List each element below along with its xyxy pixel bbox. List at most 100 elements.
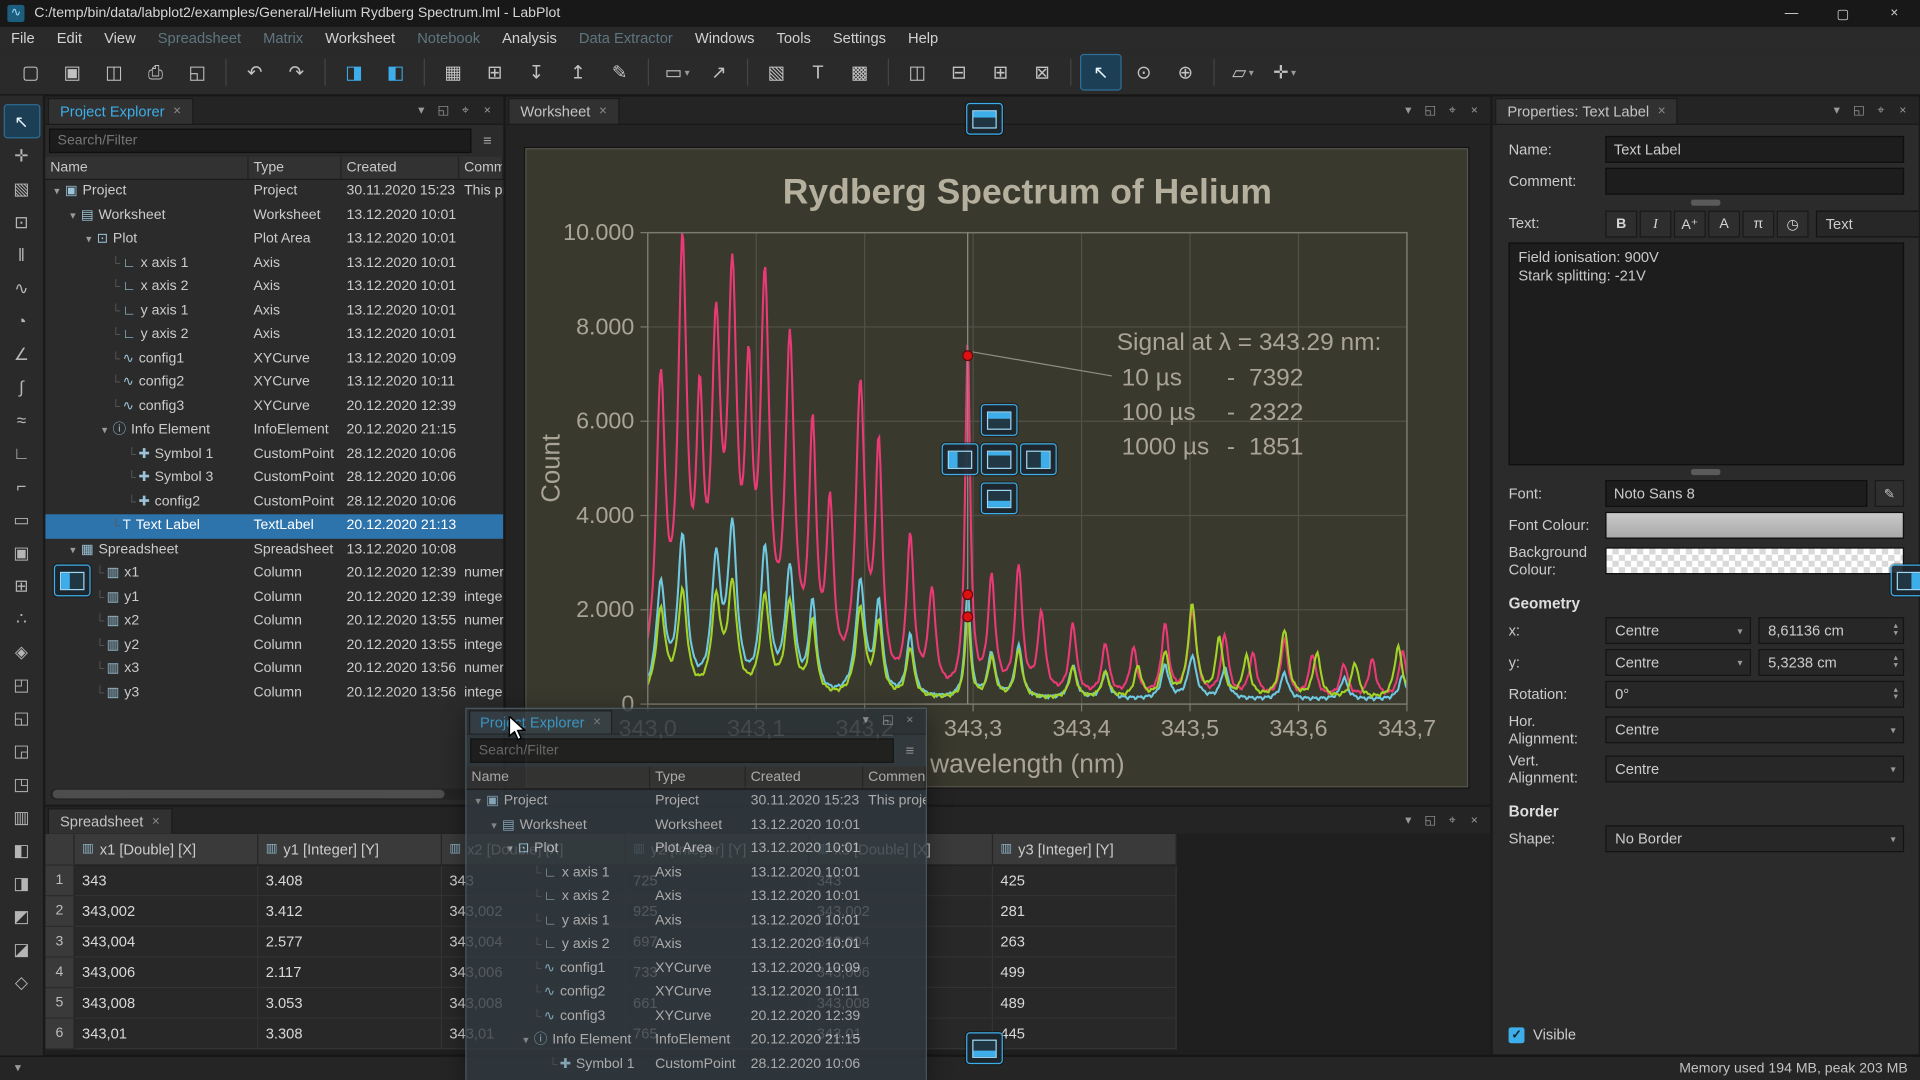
column-header-created[interactable]: Created (746, 767, 864, 789)
bold-button[interactable]: B (1605, 211, 1637, 238)
tab-close-icon[interactable]: × (1658, 105, 1666, 118)
dock-float-icon[interactable]: ◱ (432, 99, 454, 121)
floating-project-explorer-window[interactable]: Project Explorer × ▾◱× ≡ NameTypeCreated… (465, 708, 927, 1080)
tab-worksheet[interactable]: Worksheet × (508, 98, 619, 124)
dock-float-icon[interactable]: ◱ (877, 709, 899, 731)
column-header-commen[interactable]: Commen (459, 157, 503, 179)
add-column-tool-button[interactable]: ▥ (4, 801, 38, 833)
add-image-button[interactable]: ▩ (840, 55, 879, 89)
column-header-commen[interactable]: Commen (863, 767, 925, 789)
add-new-button[interactable]: ✛▾ (1265, 55, 1304, 89)
explorer-row-config3-9[interactable]: └∿config3XYCurve20.12.2020 12:39 (45, 395, 503, 419)
maximize-button[interactable]: ▢ (1817, 0, 1868, 27)
titlebar[interactable]: ∿ C:/temp/bin/data/labplot2/examples/Gen… (0, 0, 1920, 28)
font-colour-swatch[interactable] (1605, 512, 1904, 539)
table-cell[interactable]: 3.408 (258, 866, 442, 897)
dock-menu-icon[interactable]: ▾ (1397, 99, 1419, 121)
explorer-row-spreadsheet-15[interactable]: ▾▦SpreadsheetSpreadsheet13.12.2020 10:08 (45, 538, 503, 562)
x-offset-spinbox[interactable]: 8,61136 cm ▴▾ (1758, 617, 1904, 644)
explorer-column-headers[interactable]: NameTypeCreatedCommen (45, 157, 503, 180)
shade-right-tool-button[interactable]: ◨ (4, 867, 38, 899)
expander-icon[interactable]: ▾ (503, 838, 516, 862)
floating-row-symbol-1-11[interactable]: └✚Symbol 1CustomPoint28.12.2020 10:06 (467, 1052, 926, 1076)
dock-close-icon[interactable]: × (1463, 99, 1485, 121)
column-header-x1-double-x[interactable]: ▥x1 [Double] [X] (75, 834, 259, 866)
menu-matrix[interactable]: Matrix (252, 27, 314, 50)
dock-close-icon[interactable]: × (1892, 99, 1914, 121)
edit-font-icon[interactable]: ✎ (1875, 480, 1904, 507)
select-region-button[interactable]: ▧ (757, 55, 796, 89)
font-input[interactable] (1605, 480, 1867, 507)
shade-tl-tool-button[interactable]: ◩ (4, 900, 38, 932)
expander-icon[interactable]: ▾ (82, 228, 95, 252)
table-cell[interactable]: 2.577 (258, 927, 442, 958)
dock-float-icon[interactable]: ◱ (1419, 99, 1441, 121)
column-header-name[interactable]: Name (45, 157, 248, 179)
redo-button[interactable]: ↷ (277, 55, 316, 89)
table-cell[interactable]: 425 (993, 866, 1177, 897)
comment-input[interactable] (1605, 168, 1904, 195)
explorer-row-x1-16[interactable]: └▥x1Column20.12.2020 12:39numerical (45, 562, 503, 586)
column-header-y1-integer-y[interactable]: ▥y1 [Integer] [Y] (258, 834, 442, 866)
undo-button[interactable]: ↶ (235, 55, 274, 89)
y-offset-spinbox[interactable]: 5,3238 cm ▴▾ (1758, 649, 1904, 676)
border-shape-combobox[interactable]: No Border ▾ (1605, 825, 1904, 852)
floating-window-titlebar[interactable]: Project Explorer × ▾◱× (467, 709, 926, 735)
print-preview-button[interactable]: ◱ (178, 55, 217, 89)
column-header-y3-integer-y[interactable]: ▥y3 [Integer] [Y] (993, 834, 1177, 866)
expander-icon[interactable]: ▾ (471, 790, 484, 814)
pointer-tool-button[interactable]: ↖ (3, 104, 40, 138)
table-cell[interactable]: 343,004 (75, 927, 259, 958)
superscript-button[interactable]: A⁺ (1674, 211, 1706, 238)
floating-row-config1-7[interactable]: └∿config1XYCurve13.12.2020 10:09 (467, 957, 926, 981)
import-data-button[interactable]: ↧ (517, 55, 556, 89)
filter-options-icon[interactable]: ≡ (475, 129, 499, 153)
crosshair-tool-button[interactable]: ✛ (4, 140, 38, 172)
smooth-tool-button[interactable]: ≈ (4, 404, 38, 436)
filter-options-icon[interactable]: ≡ (898, 738, 922, 762)
row-number[interactable]: 3 (45, 927, 74, 958)
select-mode-button[interactable]: ↖ (1080, 54, 1122, 91)
zoom-select-button[interactable]: ▱▾ (1223, 55, 1262, 89)
visible-checkbox[interactable]: ✓ (1509, 1027, 1525, 1043)
add-text-label-button[interactable]: T (798, 55, 837, 89)
explorer-row-text-label-14[interactable]: └TText LabelTextLabel20.12.2020 21:13 (45, 514, 503, 538)
table-cell[interactable]: 343,01 (75, 1019, 259, 1050)
explorer-row-worksheet-1[interactable]: ▾▤WorksheetWorksheet13.12.2020 10:01 (45, 204, 503, 228)
menu-data-extractor[interactable]: Data Extractor (568, 27, 684, 50)
insert-symbol-button[interactable]: π (1742, 211, 1774, 238)
x-position-combobox[interactable]: Centre ▾ (1605, 617, 1751, 644)
zoom-mode-button[interactable]: ⊕ (1166, 55, 1205, 89)
minimize-button[interactable]: — (1766, 0, 1817, 27)
menu-tools[interactable]: Tools (765, 27, 821, 50)
expander-icon[interactable]: ▾ (66, 204, 79, 228)
row-number[interactable]: 6 (45, 1019, 74, 1050)
new-worksheet-button[interactable]: ▭▾ (658, 55, 697, 89)
explorer-row-config1-7[interactable]: └∿config1XYCurve13.12.2020 10:09 (45, 347, 503, 371)
explorer-row-plot-2[interactable]: ▾⊡PlotPlot Area13.12.2020 10:01 (45, 228, 503, 252)
column-header-type[interactable]: Type (249, 157, 342, 179)
menu-view[interactable]: View (93, 27, 147, 50)
y-position-combobox[interactable]: Centre ▾ (1605, 649, 1751, 676)
zoom-select-tool-button[interactable]: ▧ (4, 173, 38, 205)
add-pie-tool-button[interactable]: ◔ (4, 305, 38, 337)
table-cell[interactable]: 281 (993, 896, 1177, 927)
tab-close-icon[interactable]: × (593, 716, 601, 729)
vertical-layout-button[interactable]: ◫ (898, 55, 937, 89)
print-button[interactable]: ⎙ (136, 55, 175, 89)
expander-icon[interactable]: ▾ (50, 180, 63, 204)
scrollbar-thumb[interactable] (53, 790, 445, 799)
explorer-hscrollbar[interactable] (50, 789, 501, 800)
floating-row-y-axis-2-6[interactable]: └∟y axis 2Axis13.12.2020 10:01 (467, 933, 926, 957)
x-axis-title[interactable]: wavelength (nm) (929, 749, 1125, 779)
add-axis-tool-button[interactable]: ∟ (4, 437, 38, 469)
floating-row-project-0[interactable]: ▾▣ProjectProject30.11.2020 15:23This pro… (467, 790, 926, 814)
dock-pin-icon[interactable]: ⌖ (454, 99, 476, 121)
table-cell[interactable]: 343,008 (75, 988, 259, 1019)
export-worksheet-button[interactable]: ↗ (699, 55, 738, 89)
font-size-button[interactable]: A (1708, 211, 1740, 238)
name-input[interactable] (1605, 136, 1904, 163)
expander-icon[interactable]: ▾ (98, 419, 111, 443)
color-picker-button[interactable]: ✎ (600, 55, 639, 89)
explorer-row-y3-21[interactable]: └▥y3Column20.12.2020 13:56integer da (45, 681, 503, 705)
